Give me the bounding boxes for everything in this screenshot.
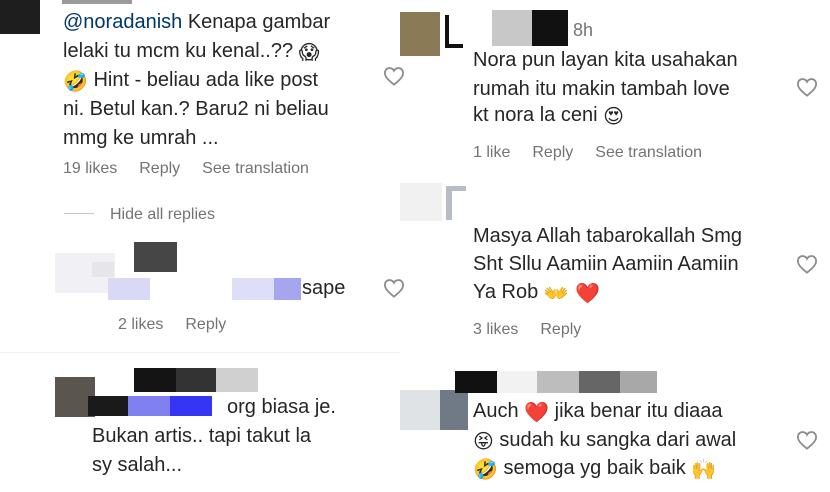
avatar[interactable] bbox=[400, 183, 442, 221]
username-redacted[interactable] bbox=[620, 371, 657, 393]
username-redacted[interactable] bbox=[216, 368, 258, 392]
comment-text: Ya Rob bbox=[473, 281, 544, 303]
mention-redacted[interactable] bbox=[274, 278, 301, 300]
avatar[interactable] bbox=[400, 12, 440, 56]
avatar-detail bbox=[445, 44, 463, 48]
username-redacted[interactable] bbox=[492, 10, 532, 46]
like-heart-icon[interactable] bbox=[383, 278, 405, 298]
like-heart-icon[interactable] bbox=[383, 66, 405, 86]
like-heart-icon[interactable] bbox=[796, 254, 818, 274]
comment-text: Auch bbox=[473, 400, 525, 422]
open-hands-heart-emoji-icon: 👐 ❤️ bbox=[543, 281, 600, 305]
rofl-emoji-icon: 🤣 bbox=[63, 69, 88, 93]
see-translation-button[interactable]: See translation bbox=[202, 159, 309, 179]
mention-redacted[interactable] bbox=[170, 396, 212, 416]
comment-text-line: kt nora la ceni 😍 bbox=[473, 101, 624, 130]
reply-actions: 2 likes Reply bbox=[118, 315, 248, 335]
comment-text: Masya Allah tabarokallah Smg bbox=[473, 225, 743, 247]
column-divider bbox=[0, 352, 400, 353]
avatar[interactable] bbox=[0, 0, 40, 34]
reply-button[interactable]: Reply bbox=[532, 143, 573, 163]
reply-avatar-detail bbox=[92, 262, 114, 277]
reply-text: sape bbox=[302, 277, 346, 299]
comment-text: Kenapa gambar bbox=[182, 11, 331, 33]
comment-text-line: lelaki tu mcm ku kenal..?? 😱 bbox=[63, 37, 320, 66]
comment-text-line: Ya Rob 👐 ❤️ bbox=[473, 278, 600, 307]
comment-text: semoga yg baik baik bbox=[497, 457, 692, 479]
username-redacted[interactable] bbox=[108, 278, 150, 300]
comment-text: sy salah... bbox=[92, 454, 183, 476]
comment-text: jika benar itu diaaa bbox=[549, 400, 723, 422]
comment-text: Sht Sllu Aamiin Aamiin Aamiin bbox=[473, 253, 739, 275]
comment-text-line: 🤣 semoga yg baik baik 🙌 bbox=[473, 454, 716, 483]
like-heart-icon[interactable] bbox=[796, 77, 818, 97]
reply-button[interactable]: Reply bbox=[540, 320, 581, 340]
comment-text-line: Auch ❤️ jika benar itu diaaa bbox=[473, 397, 723, 426]
avatar-detail bbox=[446, 186, 466, 191]
comment-text-line: 🤣 Hint - beliau ada like post bbox=[63, 66, 318, 95]
avatar-detail bbox=[445, 15, 449, 47]
username-redacted[interactable] bbox=[134, 242, 177, 272]
raised-hands-emoji-icon: 🙌 bbox=[691, 457, 717, 481]
likes-count[interactable]: 3 likes bbox=[473, 320, 518, 340]
reply-button[interactable]: Reply bbox=[185, 315, 226, 335]
like-heart-icon[interactable] bbox=[796, 430, 818, 450]
comment-text: mmg ke umrah ... bbox=[63, 127, 219, 149]
heart-eyes-emoji-icon: 😍 bbox=[603, 104, 624, 128]
comment-text: rumah itu makin tambah love bbox=[473, 78, 730, 100]
username-redacted[interactable] bbox=[579, 371, 620, 393]
comment-text: lelaki tu mcm ku kenal..?? bbox=[63, 40, 299, 62]
comment-actions: 1 like Reply See translation bbox=[473, 143, 724, 163]
comment-text-line: 😝 sudah ku sangka dari awal bbox=[473, 426, 736, 455]
comment-text: Bukan artis.. tapi takut la bbox=[92, 425, 312, 447]
username-redacted[interactable] bbox=[532, 10, 568, 46]
reply-button[interactable]: Reply bbox=[139, 159, 180, 179]
hide-replies-button[interactable]: Hide all replies bbox=[110, 205, 215, 225]
mention-redacted[interactable] bbox=[88, 396, 128, 416]
likes-count[interactable]: 19 likes bbox=[63, 159, 117, 179]
comment-text: org biasa je. bbox=[227, 396, 336, 418]
comment-text: ni. Betul kan.? Baru2 ni beliau bbox=[63, 98, 329, 120]
scream-emoji-icon: 😱 bbox=[298, 40, 320, 64]
avatar-detail bbox=[440, 12, 464, 56]
username-redacted[interactable] bbox=[62, 0, 132, 4]
avatar-detail bbox=[440, 390, 468, 430]
comment-text-line: @noradanish Kenapa gambar bbox=[63, 8, 330, 37]
timestamp[interactable]: 8h bbox=[573, 20, 593, 40]
comment-text: Hint - beliau ada like post bbox=[87, 69, 319, 91]
mention-redacted[interactable] bbox=[128, 396, 170, 416]
username-redacted[interactable] bbox=[134, 368, 176, 392]
comment-actions: 19 likes Reply See translation bbox=[63, 159, 331, 179]
comment-text: Nora pun layan kita usahakan bbox=[473, 49, 738, 71]
mention-link[interactable]: @noradanish bbox=[63, 11, 182, 33]
username-redacted[interactable] bbox=[537, 371, 579, 393]
username-redacted[interactable] bbox=[455, 371, 497, 393]
rofl-emoji-icon: 🤣 bbox=[473, 457, 498, 481]
see-translation-button[interactable]: See translation bbox=[595, 143, 702, 163]
avatar[interactable] bbox=[400, 390, 440, 430]
likes-count[interactable]: 1 like bbox=[473, 143, 510, 163]
avatar-detail bbox=[446, 186, 452, 220]
divider-line bbox=[64, 213, 94, 214]
tongue-emoji-icon: 😝 bbox=[473, 429, 494, 453]
username-redacted[interactable] bbox=[176, 368, 216, 392]
comment-text: kt nora la ceni bbox=[473, 104, 604, 126]
mention-redacted[interactable] bbox=[232, 278, 274, 300]
comment-text: sudah ku sangka dari awal bbox=[493, 429, 737, 451]
comment-actions: 3 likes Reply bbox=[473, 320, 603, 340]
red-heart-emoji-icon: ❤️ bbox=[524, 400, 550, 424]
username-redacted[interactable] bbox=[497, 371, 537, 393]
likes-count[interactable]: 2 likes bbox=[118, 315, 163, 335]
